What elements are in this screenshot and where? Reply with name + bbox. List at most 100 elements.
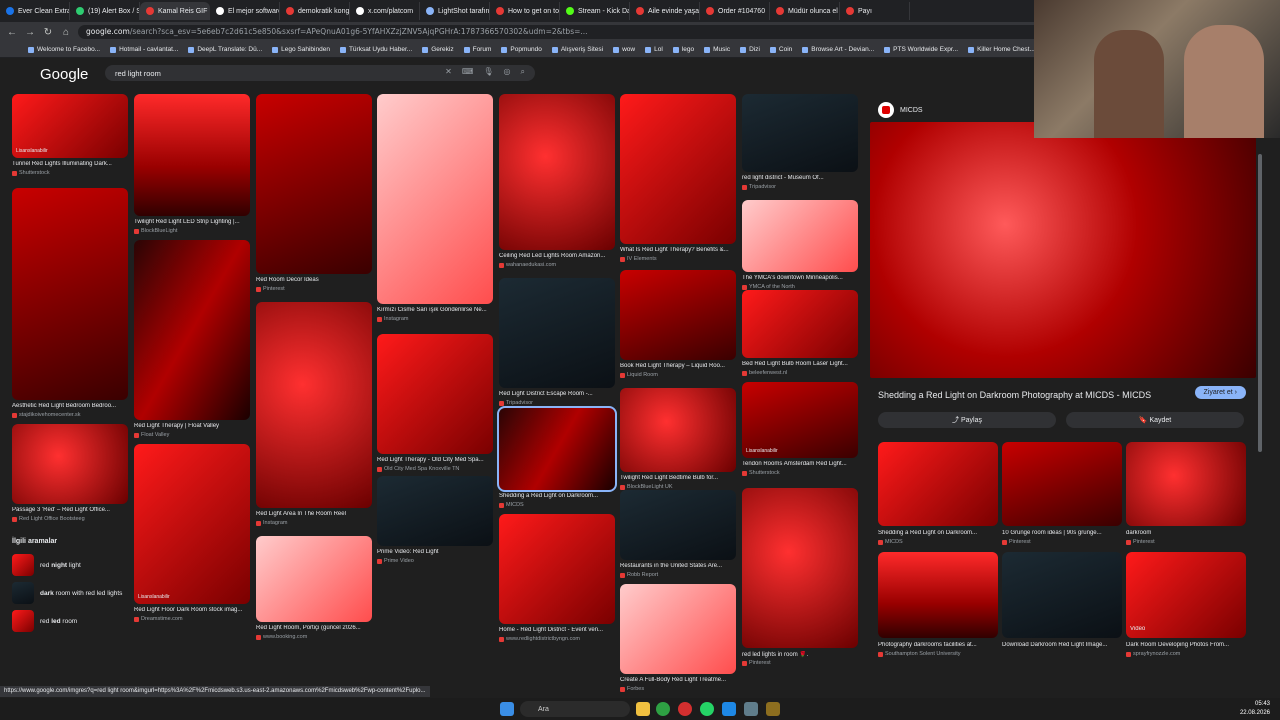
bookmark-item[interactable]: Dizi [740, 46, 760, 53]
related-caption[interactable]: darkroom [1126, 530, 1246, 536]
result-image[interactable] [620, 94, 736, 244]
result-caption[interactable]: Prime Video: Red Light [377, 549, 493, 555]
bookmark-item[interactable]: Türksat Uydu Haber... [339, 46, 412, 53]
result-caption[interactable]: Ceiling Red Led Lights Room Amazon... [499, 253, 615, 259]
result-source[interactable]: Shutterstock [742, 470, 780, 476]
save-button[interactable]: 🔖 Kaydet [1066, 412, 1244, 428]
system-clock[interactable]: 05:43 22.08.2026 [1240, 700, 1270, 718]
related-caption[interactable]: Dark Room Developing Photos From... [1126, 642, 1246, 648]
result-source[interactable]: BlockBlueLight [134, 228, 177, 234]
forward-icon[interactable]: → [24, 27, 36, 38]
related-source[interactable]: sprayfrynozzle.com [1126, 651, 1180, 657]
result-source[interactable]: Instagram [256, 520, 287, 526]
result-image[interactable] [499, 278, 615, 388]
result-source[interactable]: MICDS [499, 502, 524, 508]
result-source[interactable]: wahanaedukasi.com [499, 262, 556, 268]
result-image[interactable] [499, 94, 615, 250]
bookmark-item[interactable]: wow [613, 46, 635, 53]
result-image[interactable] [497, 406, 617, 492]
result-source[interactable]: Old City Med Spa Knoxville TN [377, 466, 459, 472]
bookmark-item[interactable]: Lol [645, 46, 663, 53]
result-source[interactable]: stajdikoivehomecenter.sk [12, 412, 80, 418]
browser-tab[interactable]: How to get on to [490, 2, 560, 20]
result-image[interactable] [620, 388, 736, 472]
browser-tab[interactable]: x.com/platcom [350, 2, 420, 20]
result-caption[interactable]: Red Light Therapy - Old City Med Spa... [377, 457, 493, 463]
related-image[interactable] [1126, 442, 1246, 526]
related-source[interactable]: Pinterest [1002, 539, 1031, 545]
browser-tab[interactable]: Kamal Reis GIF - [140, 2, 210, 20]
search-icon[interactable]: ⌕ [521, 67, 525, 77]
result-caption[interactable]: Red Light Area In The Room Reel [256, 511, 372, 517]
app-icon-2[interactable] [744, 702, 758, 716]
bookmark-item[interactable]: PTS Worldwide Expr... [884, 46, 958, 53]
bookmark-item[interactable]: Gerekiz [422, 46, 454, 53]
browser-tab[interactable]: Ever Clean Extra [0, 2, 70, 20]
result-caption[interactable]: Book Red Light Therapy – Liquid Roo... [620, 363, 736, 369]
related-image[interactable] [878, 552, 998, 638]
bookmark-item[interactable]: Forum [463, 46, 491, 53]
clear-icon[interactable]: ✕ [445, 67, 452, 77]
related-image[interactable] [1002, 552, 1122, 638]
google-logo[interactable]: Google [40, 66, 88, 83]
result-caption[interactable]: Create A Full-Body Red Light Treatme... [620, 677, 736, 683]
result-image[interactable] [620, 490, 736, 560]
result-image[interactable] [377, 94, 493, 304]
result-caption[interactable]: Bed Red Light Bulb Room Laser Light... [742, 361, 858, 367]
result-image[interactable] [12, 188, 128, 400]
bookmark-item[interactable]: Music [704, 46, 730, 53]
result-caption[interactable]: Passage 3 'Red' – Red Light Office... [12, 507, 128, 513]
result-image[interactable] [499, 514, 615, 624]
result-caption[interactable]: Restaurants in the United States Are... [620, 563, 736, 569]
browser-tab[interactable]: demokratik kong [280, 2, 350, 20]
result-image[interactable] [377, 476, 493, 546]
mic-icon[interactable]: 🎙 [483, 67, 493, 77]
browser-tab[interactable]: LightShot tarafın [420, 2, 490, 20]
result-source[interactable]: Dreamstime.com [134, 616, 183, 622]
panel-scrollbar[interactable] [1258, 154, 1262, 452]
result-caption[interactable]: Kırmızı Cisme Sarı ışık Gönderilirse Ne.… [377, 307, 493, 313]
result-image[interactable] [742, 290, 858, 358]
result-image[interactable] [742, 94, 858, 172]
reload-icon[interactable]: ↻ [42, 27, 54, 38]
lens-icon[interactable]: ◎ [504, 67, 511, 77]
bookmark-item[interactable]: Popmundo [501, 46, 542, 53]
browser-tab[interactable]: Aile evinde yaşay [630, 2, 700, 20]
home-icon[interactable]: ⌂ [60, 27, 72, 38]
result-image[interactable] [742, 382, 858, 458]
start-icon[interactable] [500, 702, 514, 716]
result-caption[interactable]: Aesthetic Red Light Bedroom Bedroo... [12, 403, 128, 409]
keyboard-icon[interactable]: ⌨ [462, 67, 474, 77]
result-source[interactable]: Instagram [377, 316, 408, 322]
search-box[interactable]: red light room ✕ ⌨ 🎙 ◎ ⌕ [105, 65, 535, 81]
related-caption[interactable]: 10 Grunge room ideas | 90s grunge... [1002, 530, 1122, 536]
result-caption[interactable]: Tunnel Red Lights Illuminating Dark... [12, 161, 128, 167]
related-search-item[interactable]: red led room [12, 609, 127, 633]
result-caption[interactable]: Shedding a Red Light on Darkroom... [499, 493, 615, 499]
related-source[interactable]: MICDS [878, 539, 903, 545]
related-caption[interactable]: Download Darkroom Red Light Image... [1002, 642, 1122, 648]
opera-icon[interactable] [678, 702, 692, 716]
result-source[interactable]: Prime Video [377, 558, 414, 564]
result-image[interactable] [620, 584, 736, 674]
result-source[interactable]: IV Elements [620, 256, 657, 262]
browser-tab[interactable]: (19) Alert Box / S [70, 2, 140, 20]
result-source[interactable]: Red Light Office Bootsteeg [12, 516, 85, 522]
browser-tab[interactable]: Müdür olunca el [770, 2, 840, 20]
bookmark-item[interactable]: DeepL Translate: Dü... [188, 46, 262, 53]
result-source[interactable]: Float Valley [134, 432, 169, 438]
result-source[interactable]: Tripadvisor [499, 400, 533, 406]
result-image[interactable] [256, 302, 372, 508]
result-caption[interactable]: Home - Red Light District - Event ven... [499, 627, 615, 633]
result-image[interactable] [256, 94, 372, 274]
related-image[interactable] [878, 442, 998, 526]
result-caption[interactable]: red led lights in room 🌹. [742, 651, 858, 658]
bookmark-item[interactable]: Browse Art - Devian... [802, 46, 874, 53]
bookmark-item[interactable]: Coin [769, 46, 792, 53]
bookmark-item[interactable]: Welcome to Facebo... [28, 46, 100, 53]
result-source[interactable]: Pinterest [256, 286, 285, 292]
result-source[interactable]: Forbes [620, 686, 644, 692]
visit-button[interactable]: Ziyaret et › [1194, 386, 1246, 399]
bookmark-item[interactable]: lego [672, 46, 694, 53]
result-source[interactable]: www.booking.com [256, 634, 307, 640]
